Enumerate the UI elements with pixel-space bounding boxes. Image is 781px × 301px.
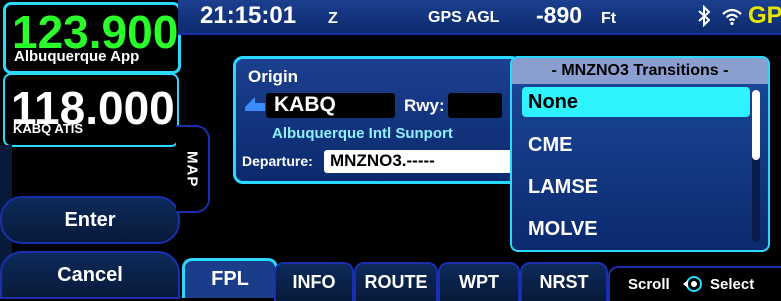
origin-airport-value: KABQ — [274, 93, 336, 116]
zulu-suffix: Z — [328, 10, 338, 27]
gps-agl-label: GPS AGL — [428, 9, 500, 26]
departure-value: MNZNO3.----- — [330, 151, 435, 170]
runway-label: Rwy: — [404, 96, 445, 115]
standby-frequency-name: KABQ ATIS — [13, 121, 84, 136]
knob-hint: Scroll Select — [608, 266, 781, 301]
tab-fpl[interactable]: FPL — [182, 258, 278, 298]
map-tab-label: MAP — [183, 150, 201, 188]
runway-field[interactable] — [448, 93, 502, 118]
wifi-icon — [722, 8, 742, 26]
cancel-button[interactable]: Cancel — [0, 251, 180, 299]
origin-airport-name: Albuquerque Intl Sunport — [272, 125, 453, 142]
departure-label: Departure: — [242, 153, 313, 169]
transition-item-none[interactable]: None — [522, 87, 750, 117]
origin-panel: Origin KABQ Rwy: Albuquerque Intl Sunpor… — [233, 56, 521, 184]
enter-button[interactable]: Enter — [0, 196, 180, 244]
scrollbar-thumb[interactable] — [752, 90, 760, 160]
transitions-title: - MNZNO3 Transitions - — [512, 58, 768, 84]
map-tab[interactable]: MAP — [176, 125, 210, 213]
scroll-hint-label: Scroll — [628, 276, 670, 293]
zulu-time: 21:15:01 — [200, 2, 297, 29]
standby-frequency-box[interactable]: 118.000 KABQ ATIS — [3, 73, 179, 147]
gps-status: GPS — [748, 2, 781, 29]
origin-airport-field[interactable]: KABQ — [266, 93, 395, 118]
transition-item-cme[interactable]: CME — [522, 130, 750, 160]
transitions-scrollbar[interactable] — [752, 90, 760, 242]
status-bar: 21:15:01 Z GPS AGL -890 Ft GPS — [178, 0, 781, 35]
transition-item-molve[interactable]: MOLVE — [522, 214, 750, 244]
knob-icon — [683, 276, 702, 292]
origin-title: Origin — [248, 67, 299, 86]
departure-field[interactable]: MNZNO3.----- — [324, 150, 514, 173]
active-frequency-name: Albuquerque App — [14, 48, 140, 65]
active-frequency-box[interactable]: 123.900 Albuquerque App — [3, 2, 181, 74]
select-hint-label: Select — [710, 276, 755, 293]
transitions-popup: - MNZNO3 Transitions - None CME LAMSE MO… — [510, 56, 770, 252]
gps-agl-value: -890 — [536, 2, 583, 28]
tab-info[interactable]: INFO — [274, 262, 354, 301]
transition-item-lamse[interactable]: LAMSE — [522, 172, 750, 202]
gps-agl-unit: Ft — [601, 10, 617, 27]
tab-nrst[interactable]: NRST — [520, 262, 608, 301]
tab-wpt[interactable]: WPT — [438, 262, 520, 301]
tab-route[interactable]: ROUTE — [354, 262, 438, 301]
bluetooth-icon — [698, 5, 711, 27]
